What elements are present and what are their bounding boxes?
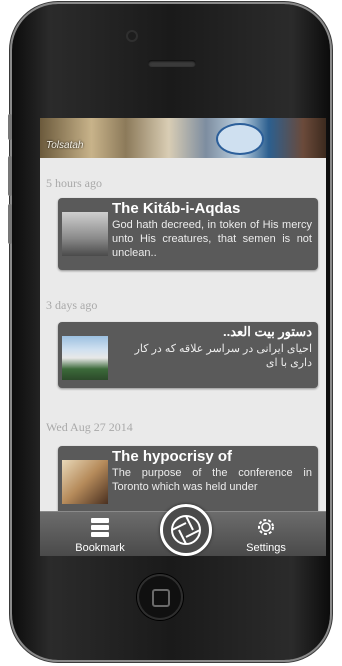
feed-item-date: Wed Aug 27 2014 bbox=[46, 420, 133, 434]
banner-text: Tolsatah bbox=[46, 140, 84, 151]
home-square-icon bbox=[152, 589, 170, 607]
feed-card-title: The Kitáb-i-Aqdas bbox=[112, 200, 241, 217]
bookmark-icon bbox=[91, 518, 109, 537]
volume-up-button bbox=[8, 156, 12, 196]
tab-settings-label: Settings bbox=[246, 542, 286, 554]
front-camera-icon bbox=[128, 32, 136, 40]
feed-thumbnail bbox=[62, 212, 108, 256]
home-button[interactable] bbox=[137, 574, 183, 620]
feed-card[interactable]: The Kitáb-i-Aqdas God hath decreed, in t… bbox=[58, 198, 318, 270]
feed-card-title: دستور بیت العد.. bbox=[222, 324, 312, 339]
feed-item-date: 5 hours ago bbox=[46, 176, 102, 190]
earpiece-speaker bbox=[148, 60, 196, 67]
app-screen: Tolsatah 5 hours ago The Kitáb-i-Aqdas G… bbox=[40, 118, 326, 556]
center-action-button[interactable] bbox=[160, 504, 212, 556]
tab-bookmark[interactable]: Bookmark bbox=[50, 512, 150, 556]
feed-card-excerpt: احیای ایرانی در سراسر علاقه که در کار دا… bbox=[134, 343, 312, 369]
gear-icon bbox=[258, 519, 274, 535]
volume-down-button bbox=[8, 204, 12, 244]
feed-card-excerpt: God hath decreed, in token of His mercy … bbox=[112, 219, 312, 259]
tab-settings[interactable]: Settings bbox=[216, 512, 316, 556]
feed-item-date: 3 days ago bbox=[46, 298, 98, 312]
feed-card-excerpt: The purpose of the conference in Toronto… bbox=[112, 467, 312, 493]
feed-card-title: The hypocrisy of bbox=[112, 448, 233, 465]
mute-switch bbox=[8, 114, 12, 140]
tab-bookmark-label: Bookmark bbox=[75, 542, 125, 554]
header-banner: Tolsatah bbox=[40, 118, 326, 158]
feed-thumbnail bbox=[62, 336, 108, 380]
feed-thumbnail bbox=[62, 460, 108, 504]
banner-logo-icon bbox=[216, 123, 264, 155]
feed-card[interactable]: دستور بیت العد.. احیای ایرانی در سراسر ع… bbox=[58, 322, 318, 388]
shutter-icon bbox=[171, 515, 201, 545]
